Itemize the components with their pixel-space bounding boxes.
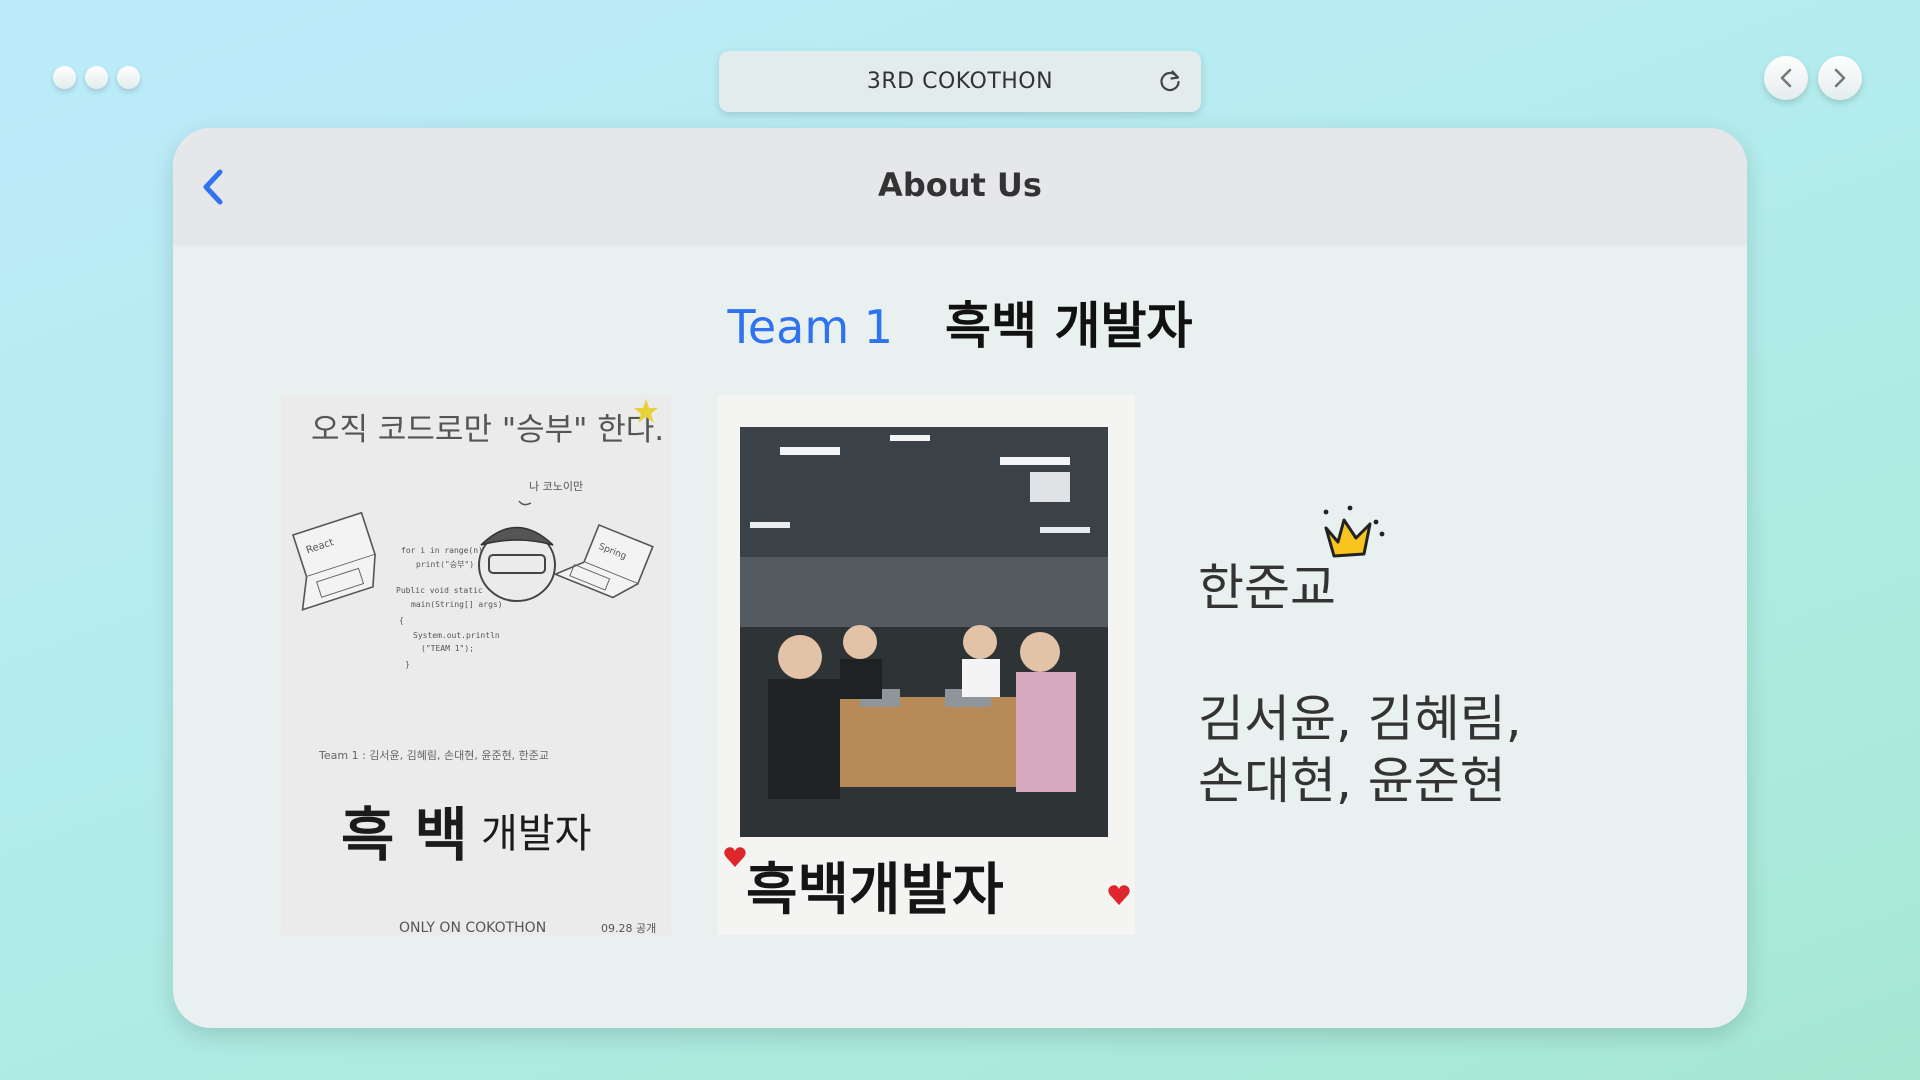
poster-big-title-2: 개발자	[481, 811, 591, 857]
crown-icon	[1323, 505, 1385, 558]
code-line: for i in range(n)	[401, 546, 483, 555]
poster-drawing: 오직 코드로만 "승부" 한다. 나 코노이만 React Spring for…	[281, 395, 671, 935]
poster-team-line: Team 1 : 김서윤, 김혜림, 손대현, 윤준현, 한준교	[318, 749, 549, 762]
team-label: Team 1	[727, 300, 894, 354]
about-window: About Us Team 1 흑백 개발자 오직 코드로만 "승부" 한다. …	[173, 128, 1747, 1028]
polaroid-caption: 흑백개발자	[746, 858, 1004, 923]
chevron-left-icon	[1780, 68, 1792, 88]
reload-icon[interactable]	[1157, 68, 1183, 94]
poster-bubble-text: 나 코노이만	[529, 480, 583, 493]
team-members: 김서윤, 김혜림, 손대현, 윤준현	[1198, 688, 1598, 812]
window-dot-3[interactable]	[117, 66, 140, 89]
window-header: About Us	[173, 128, 1747, 242]
poster-big-title-1: 흑 백	[341, 801, 468, 869]
address-bar[interactable]: 3RD COKOTHON	[719, 51, 1201, 112]
chevron-left-icon[interactable]	[199, 167, 227, 207]
code-line: print("승부")	[416, 560, 474, 569]
polaroid-caption-area: 흑백개발자	[724, 847, 1130, 923]
browser-back-button[interactable]	[1764, 56, 1808, 100]
code-line: }	[405, 660, 410, 669]
browser-nav	[1764, 56, 1862, 100]
poster-footer-left: ONLY ON COKOTHON	[399, 920, 546, 935]
code-line: main(String[] args)	[411, 600, 503, 609]
window-dot-2[interactable]	[85, 66, 108, 89]
chevron-right-icon	[1834, 68, 1846, 88]
members-line-2: 손대현, 윤준현	[1198, 752, 1506, 810]
browser-forward-button[interactable]	[1818, 56, 1862, 100]
window-controls	[53, 66, 140, 89]
heart-icon	[1108, 885, 1130, 905]
members-line-1: 김서윤, 김혜림,	[1198, 690, 1522, 748]
code-line: {	[399, 616, 404, 625]
team-name: 흑백 개발자	[945, 297, 1193, 355]
code-line: Public void static	[396, 586, 483, 595]
team-heading: Team 1 흑백 개발자	[173, 286, 1747, 358]
team-poster-image: 오직 코드로만 "승부" 한다. 나 코노이만 React Spring for…	[281, 395, 671, 935]
window-dot-1[interactable]	[53, 66, 76, 89]
poster-footer-right: 09.28 공개	[601, 922, 656, 935]
team-polaroid: 흑백개발자	[718, 395, 1135, 935]
address-text: 3RD COKOTHON	[866, 69, 1054, 94]
team-photo	[740, 427, 1108, 837]
page-title: About Us	[878, 166, 1042, 204]
poster-headline: 오직 코드로만 "승부" 한다.	[311, 412, 664, 448]
leader-name: 한준교	[1198, 559, 1336, 617]
code-line: ("TEAM 1");	[421, 644, 474, 653]
heart-icon	[724, 847, 746, 867]
code-line: System.out.println	[413, 631, 500, 640]
